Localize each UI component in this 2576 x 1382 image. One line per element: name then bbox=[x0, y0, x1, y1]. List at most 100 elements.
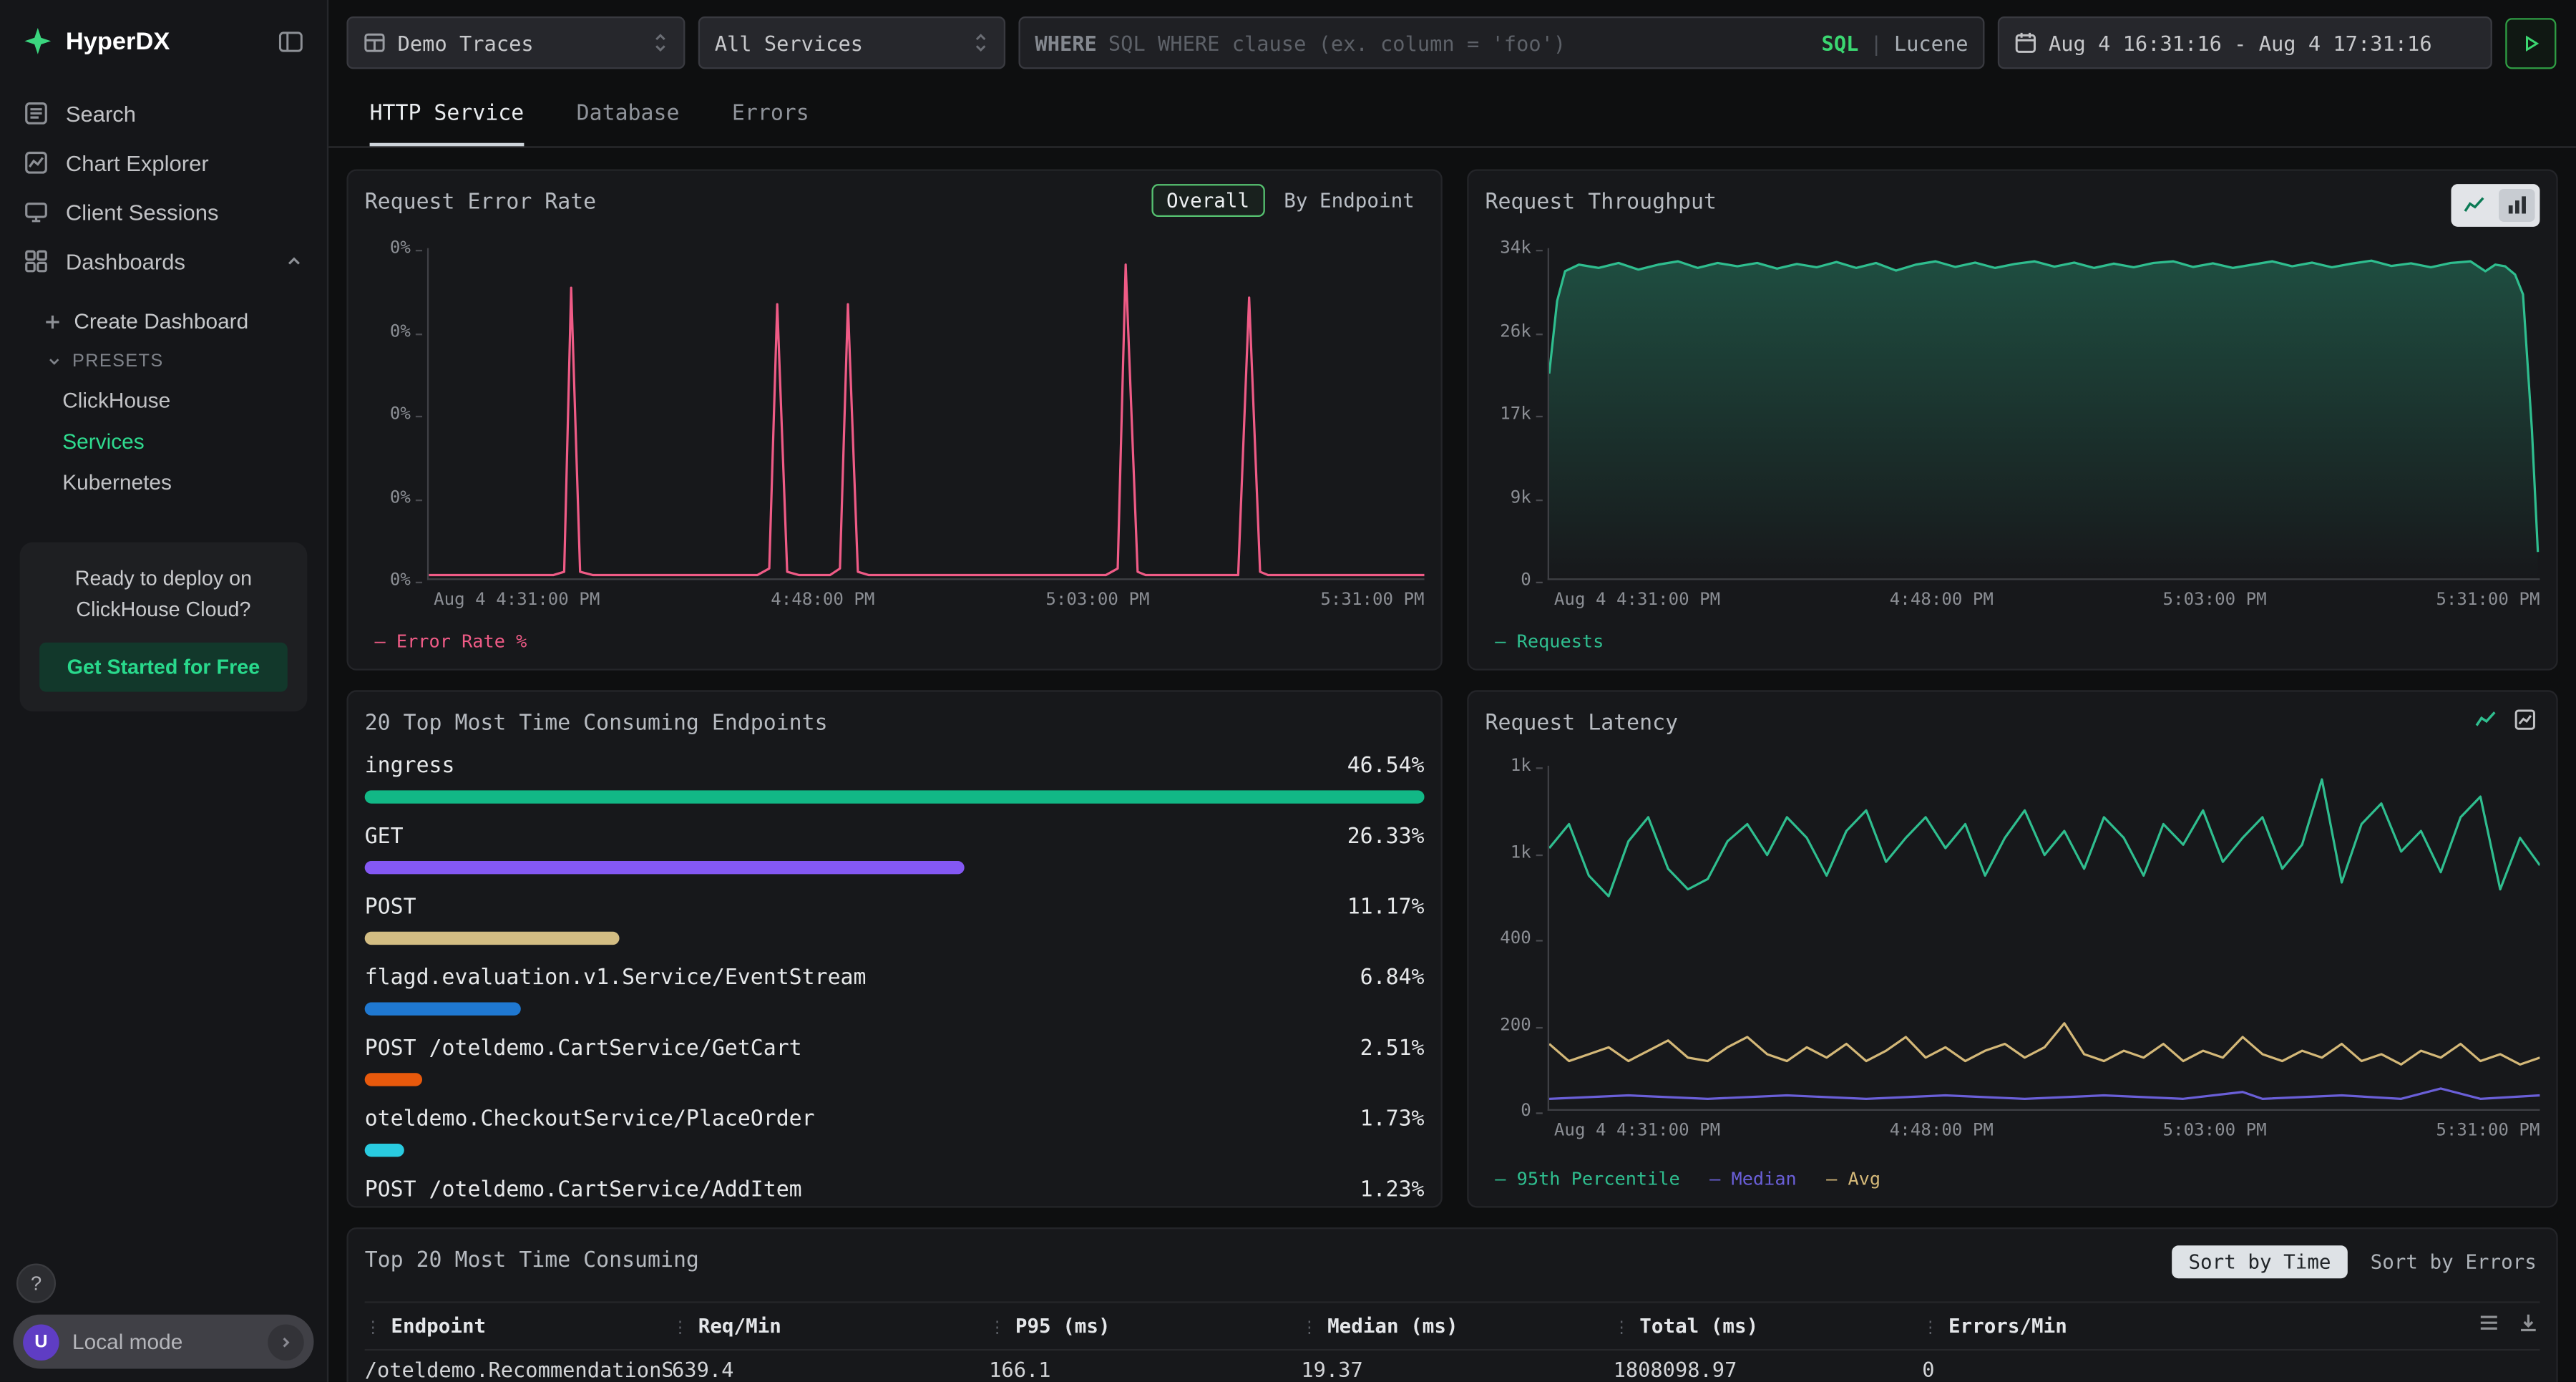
endpoint-percent: 46.54% bbox=[1347, 754, 1425, 779]
x-tick-label: 5:03:00 PM bbox=[2163, 1121, 2267, 1141]
tab-errors[interactable]: Errors bbox=[732, 85, 809, 146]
search-icon bbox=[23, 100, 49, 127]
sidebar-item-dashboards[interactable]: Dashboards bbox=[0, 237, 327, 286]
column-header[interactable]: Median (ms) bbox=[1301, 1315, 1613, 1338]
date-range-picker[interactable]: Aug 4 16:31:16 - Aug 4 17:31:16 bbox=[1998, 16, 2492, 69]
column-header[interactable]: Errors/Min bbox=[1922, 1315, 2540, 1338]
table-row[interactable]: /oteldemo.RecommendationServ 639.4 166.1… bbox=[365, 1348, 2540, 1382]
x-tick-label: 4:48:00 PM bbox=[1890, 1121, 1994, 1141]
x-tick-label: 4:48:00 PM bbox=[771, 590, 874, 610]
column-header[interactable]: Total (ms) bbox=[1614, 1315, 1923, 1338]
endpoint-row[interactable]: flagd.evaluation.v1.Service/EventStream … bbox=[365, 966, 1425, 1016]
hyperdx-dashboard: HyperDX Search bbox=[0, 0, 2576, 1382]
top-endpoints-card: 20 Top Most Time Consuming Endpoints ing… bbox=[346, 690, 1442, 1207]
cell-total: 1808098.97 bbox=[1614, 1357, 1923, 1381]
play-icon bbox=[2520, 32, 2542, 54]
data-source-value: Demo Traces bbox=[398, 30, 534, 54]
rows-icon[interactable] bbox=[2477, 1311, 2500, 1334]
column-header[interactable]: P95 (ms) bbox=[989, 1315, 1301, 1338]
box-chart-icon[interactable] bbox=[2514, 709, 2537, 731]
logo-text: HyperDX bbox=[66, 27, 265, 55]
plot bbox=[1548, 766, 2540, 1111]
sidebar-item-clickhouse[interactable]: ClickHouse bbox=[0, 379, 327, 420]
x-axis: Aug 4 4:31:00 PM4:48:00 PM5:03:00 PM5:31… bbox=[1554, 1121, 2540, 1141]
endpoint-row[interactable]: POST 11.17% bbox=[365, 895, 1425, 945]
chevron-right-icon bbox=[268, 1323, 304, 1360]
sidebar-item-chart-explorer[interactable]: Chart Explorer bbox=[0, 138, 327, 188]
latency-chart-icons bbox=[2474, 709, 2537, 731]
help-button[interactable]: ? bbox=[16, 1264, 56, 1303]
endpoint-bar bbox=[365, 1144, 404, 1157]
endpoint-row[interactable]: GET 26.33% bbox=[365, 825, 1425, 875]
endpoint-row[interactable]: ingress 46.54% bbox=[365, 754, 1425, 804]
create-dashboard-label: Create Dashboard bbox=[74, 309, 248, 334]
x-tick-label: Aug 4 4:31:00 PM bbox=[434, 590, 600, 610]
promo-line2: ClickHouse Cloud? bbox=[76, 598, 250, 621]
line-chart-icon[interactable] bbox=[2474, 709, 2497, 731]
chevron-down-icon bbox=[46, 354, 62, 370]
top-time-consuming-table-card: Top 20 Most Time Consuming Sort by Time … bbox=[346, 1227, 2557, 1382]
toggle-overall-button[interactable]: Overall bbox=[1151, 184, 1264, 217]
preset-label: Services bbox=[62, 429, 144, 453]
sidebar-item-label: Client Sessions bbox=[66, 200, 219, 224]
download-icon[interactable] bbox=[2517, 1311, 2540, 1334]
create-dashboard-button[interactable]: Create Dashboard bbox=[0, 299, 327, 344]
tab-http-service[interactable]: HTTP Service bbox=[370, 85, 525, 146]
sidebar-item-services[interactable]: Services bbox=[0, 421, 327, 462]
preset-label: ClickHouse bbox=[62, 388, 170, 412]
throughput-chart-area: 34k26k17k9k0 bbox=[1485, 248, 2540, 580]
toggle-by-endpoint-button[interactable]: By Endpoint bbox=[1277, 185, 1421, 215]
client-sessions-icon bbox=[23, 199, 49, 225]
run-query-button[interactable] bbox=[2505, 17, 2556, 68]
sidebar-collapse-icon[interactable] bbox=[278, 29, 304, 53]
error-rate-toggle-group: Overall By Endpoint bbox=[1151, 184, 1421, 217]
tab-database[interactable]: Database bbox=[577, 85, 680, 146]
get-started-button[interactable]: Get Started for Free bbox=[39, 642, 288, 691]
legend-item: — Median bbox=[1709, 1168, 1797, 1189]
x-tick-label: 5:31:00 PM bbox=[1320, 590, 1424, 610]
plus-icon bbox=[43, 311, 63, 331]
logo-row: HyperDX bbox=[0, 0, 327, 79]
service-select[interactable]: All Services bbox=[698, 16, 1005, 69]
sql-mode-toggle[interactable]: SQL bbox=[1822, 30, 1859, 54]
presets-toggle[interactable]: PRESETS bbox=[0, 344, 327, 380]
endpoint-percent: 11.17% bbox=[1347, 895, 1425, 920]
card-title: Request Latency bbox=[1485, 711, 1678, 736]
line-chart-icon[interactable] bbox=[2456, 189, 2492, 222]
sort-by-time-button[interactable]: Sort by Time bbox=[2172, 1245, 2348, 1278]
endpoint-percent: 1.23% bbox=[1360, 1178, 1425, 1202]
sidebar-item-search[interactable]: Search bbox=[0, 89, 327, 138]
table-icon bbox=[363, 31, 386, 54]
y-axis: 34k26k17k9k0 bbox=[1485, 248, 1547, 580]
user-mode-pill[interactable]: U Local mode bbox=[13, 1315, 313, 1369]
dashboards-icon bbox=[23, 248, 49, 275]
card-title: Request Throughput bbox=[1485, 190, 1716, 215]
legend-item: — Requests bbox=[1495, 631, 1604, 653]
card-title: 20 Top Most Time Consuming Endpoints bbox=[365, 711, 828, 736]
sidebar-item-kubernetes[interactable]: Kubernetes bbox=[0, 462, 327, 502]
latency-chart-area: 1k1k4002000 bbox=[1485, 766, 2540, 1111]
search-input[interactable]: WHERE SQL WHERE clause (ex. column = 'fo… bbox=[1018, 16, 1984, 69]
legend-item: — Error Rate % bbox=[374, 631, 527, 653]
table-header: EndpointReq/MinP95 (ms)Median (ms)Total … bbox=[365, 1301, 2540, 1351]
endpoint-row[interactable]: POST /oteldemo.CartService/GetCart 2.51% bbox=[365, 1037, 1425, 1086]
legend-item: — Avg bbox=[1826, 1168, 1880, 1189]
endpoint-row[interactable]: oteldemo.CheckoutService/PlaceOrder 1.73… bbox=[365, 1107, 1425, 1157]
lucene-mode-toggle[interactable]: Lucene bbox=[1894, 30, 1968, 54]
column-header[interactable]: Req/Min bbox=[672, 1315, 989, 1338]
search-placeholder: SQL WHERE clause (ex. column = 'foo') bbox=[1108, 30, 1810, 54]
cell-median: 19.37 bbox=[1301, 1357, 1613, 1381]
legend: — Requests bbox=[1495, 631, 1604, 653]
sidebar-item-client-sessions[interactable]: Client Sessions bbox=[0, 188, 327, 237]
bar-chart-icon[interactable] bbox=[2499, 189, 2535, 222]
endpoint-row[interactable]: POST /oteldemo.CartService/AddItem 1.23% bbox=[365, 1178, 1425, 1207]
service-select-value: All Services bbox=[715, 30, 863, 54]
endpoint-name: oteldemo.CheckoutService/PlaceOrder bbox=[365, 1107, 815, 1132]
request-error-rate-card: Request Error Rate Overall By Endpoint 0… bbox=[346, 169, 1442, 670]
cell-endpoint: /oteldemo.RecommendationServ bbox=[365, 1357, 672, 1381]
endpoint-percent: 2.51% bbox=[1360, 1037, 1425, 1061]
latency-chart bbox=[1549, 766, 2540, 1109]
column-header[interactable]: Endpoint bbox=[365, 1315, 672, 1338]
data-source-select[interactable]: Demo Traces bbox=[346, 16, 685, 69]
sort-by-errors-button[interactable]: Sort by Errors bbox=[2371, 1250, 2537, 1273]
